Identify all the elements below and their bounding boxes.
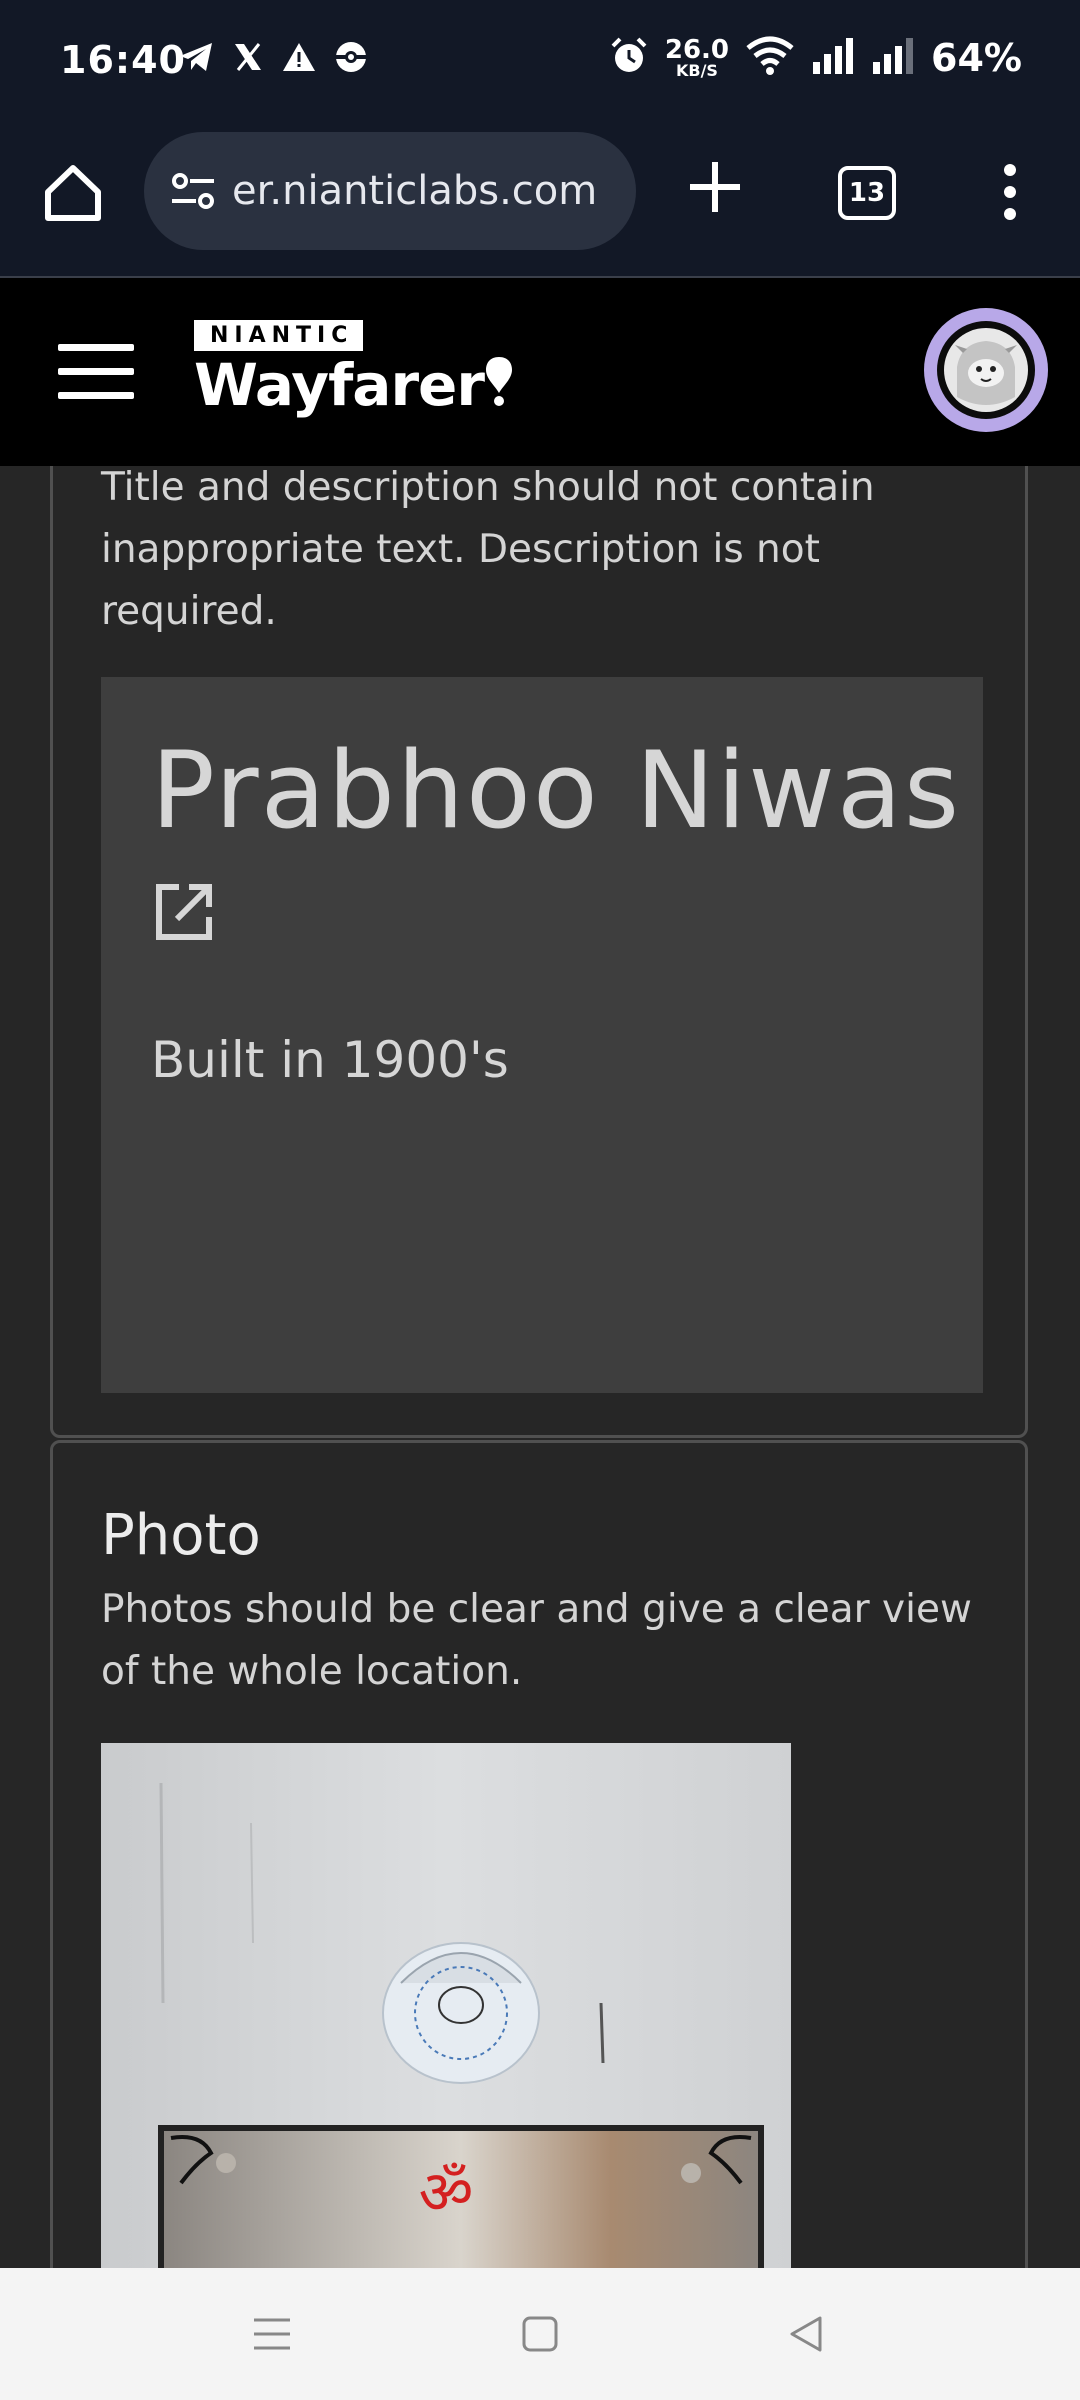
app-header: NIANTIC Wayfarer <box>0 278 1080 466</box>
photo-guideline: Photos should be clear and give a clear … <box>101 1587 972 1694</box>
browser-toolbar: er.nianticlabs.com 13 <box>0 126 1080 278</box>
poi-title: Prabhoo Niwas <box>151 729 962 852</box>
system-nav-bar <box>0 2268 1080 2400</box>
back-button-icon[interactable] <box>784 2312 828 2356</box>
pokeball-icon <box>334 40 368 80</box>
home-icon[interactable] <box>40 160 106 226</box>
status-time: 16:40 <box>60 38 186 82</box>
more-menu-icon[interactable] <box>990 160 1030 224</box>
new-tab-icon[interactable] <box>684 156 746 218</box>
wayfarer-logo[interactable]: NIANTIC Wayfarer <box>194 320 514 414</box>
user-avatar[interactable] <box>924 308 1048 432</box>
signal-1-icon <box>811 36 855 80</box>
alert-icon <box>282 41 316 79</box>
status-right: 26.0 KB/S 64% <box>609 36 1022 80</box>
wifi-icon <box>745 36 795 80</box>
network-speed-value: 26.0 <box>664 35 730 65</box>
telegram-icon <box>178 41 214 79</box>
x-icon <box>232 41 264 79</box>
photo-image: ॐ <box>101 1743 791 2268</box>
status-left-icons <box>178 40 368 80</box>
poi-description: Built in 1900's <box>151 1031 509 1089</box>
signal-2-icon <box>871 36 915 80</box>
title-description-card: Title and description should not contain… <box>50 466 1028 1438</box>
logo-wayfarer-text: Wayfarer <box>194 355 514 414</box>
network-speed: 26.0 KB/S <box>665 37 729 79</box>
title-card-guideline: Title and description should not contain… <box>101 466 875 634</box>
status-bar: 16:40 26.0 KB/S 64% <box>0 0 1080 126</box>
network-speed-unit: KB/S <box>675 61 718 80</box>
tab-switcher-button[interactable]: 13 <box>838 166 896 220</box>
url-text[interactable]: er.nianticlabs.com <box>232 168 628 214</box>
home-button-icon[interactable] <box>518 2312 562 2356</box>
logo-niantic-text: NIANTIC <box>194 320 364 351</box>
om-symbol-text: ॐ <box>419 2158 474 2228</box>
photo-card: Photo Photos should be clear and give a … <box>50 1440 1028 2268</box>
poi-title-box: Prabhoo Niwas Built in 1900's <box>101 677 983 1393</box>
review-content: Title and description should not contain… <box>0 466 1080 2268</box>
external-link-icon[interactable] <box>153 881 215 943</box>
photo-heading: Photo <box>101 1503 261 1568</box>
alarm-icon <box>609 36 649 80</box>
site-settings-icon[interactable] <box>166 164 220 218</box>
battery-percent: 64% <box>931 36 1022 80</box>
yeti-avatar-icon <box>944 328 1028 412</box>
location-pin-icon <box>486 357 512 406</box>
address-bar[interactable]: er.nianticlabs.com <box>144 132 636 250</box>
submission-photo[interactable]: ॐ <box>101 1743 791 2268</box>
logo-wayfarer-word: Wayfarer <box>194 351 485 419</box>
recent-apps-icon[interactable] <box>250 2312 294 2356</box>
hamburger-menu-icon[interactable] <box>58 344 134 400</box>
